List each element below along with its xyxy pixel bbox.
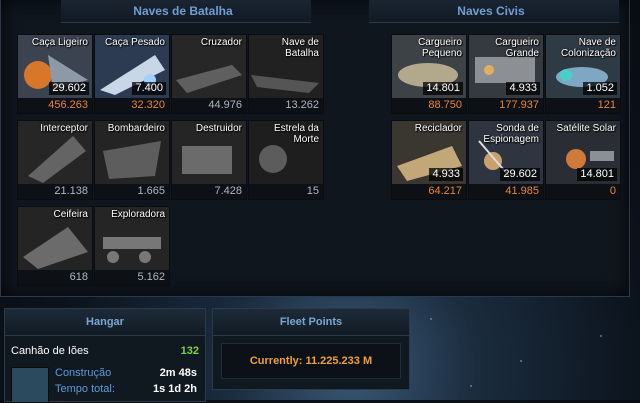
ship-name: Nave de Batalha bbox=[281, 37, 319, 59]
ship-name: Reciclador bbox=[414, 123, 462, 134]
fleet-panel: Naves de Batalha Naves Civis Caça Ligeir… bbox=[0, 0, 630, 297]
ship-pathfinder[interactable]: Exploradora 5.162 bbox=[94, 206, 170, 286]
ship-count: 14.801 bbox=[577, 168, 617, 181]
ship-count: 4.933 bbox=[506, 82, 540, 95]
fleet-points-title: Fleet Points bbox=[213, 309, 409, 336]
ship-available: 177.937 bbox=[469, 98, 543, 113]
ship-battleship[interactable]: Nave de Batalha 13.262 bbox=[248, 34, 324, 114]
ship-name: Sonda de Espionagem bbox=[483, 123, 539, 145]
ship-name: Exploradora bbox=[111, 209, 165, 220]
military-section-title: Naves de Batalha bbox=[133, 4, 233, 18]
ship-name: Ceifeira bbox=[53, 209, 88, 220]
ship-heavy-fighter[interactable]: Caça Pesado 7.400 32.320 bbox=[94, 34, 170, 114]
ship-cruiser[interactable]: Cruzador 44.976 bbox=[171, 34, 247, 114]
ship-name: Nave de Colonização bbox=[560, 37, 616, 59]
ship-available: 15 bbox=[249, 184, 323, 199]
ship-destroyer[interactable]: Destruidor 7.428 bbox=[171, 120, 247, 200]
ship-available: 1.665 bbox=[95, 184, 169, 199]
hangar-title: Hangar bbox=[5, 309, 205, 336]
civil-section-title: Naves Civis bbox=[457, 4, 525, 18]
ship-name: Cargueiro Pequeno bbox=[418, 37, 462, 59]
ship-colony[interactable]: Nave de Colonização 1.052 121 bbox=[545, 34, 621, 114]
ship-light-fighter[interactable]: Caça Ligeiro 29.602 456.263 bbox=[17, 34, 93, 114]
ship-interceptor[interactable]: Interceptor 21.138 bbox=[17, 120, 93, 200]
hangar-item-thumbnail[interactable] bbox=[11, 367, 49, 403]
ship-espionage-probe[interactable]: Sonda de Espionagem 29.602 41.985 bbox=[468, 120, 544, 200]
total-time-value: 1s 1d 2h bbox=[152, 383, 197, 395]
build-time-label: Construção bbox=[55, 367, 112, 379]
ship-available: 44.976 bbox=[172, 98, 246, 113]
hangar-item-quantity: 132 bbox=[180, 345, 199, 357]
ship-count: 14.801 bbox=[423, 82, 463, 95]
ship-name: Satélite Solar bbox=[556, 123, 616, 134]
ship-available: 5.162 bbox=[95, 270, 169, 285]
ship-name: Cruzador bbox=[200, 37, 242, 48]
ship-small-cargo[interactable]: Cargueiro Pequeno 14.801 88.750 bbox=[391, 34, 467, 114]
ship-available: 0 bbox=[546, 184, 620, 199]
ship-available: 7.428 bbox=[172, 184, 246, 199]
ship-available: 456.263 bbox=[18, 98, 92, 113]
ship-name: Estrela da Morte bbox=[273, 123, 319, 145]
ship-name: Interceptor bbox=[40, 123, 88, 134]
ship-bomber[interactable]: Bombardeiro 1.665 bbox=[94, 120, 170, 200]
ship-available: 32.320 bbox=[95, 98, 169, 113]
hangar-item-name[interactable]: Canhão de Iões bbox=[11, 345, 89, 357]
ship-available: 41.985 bbox=[469, 184, 543, 199]
ship-large-cargo[interactable]: Cargueiro Grande 4.933 177.937 bbox=[468, 34, 544, 114]
ship-name: Cargueiro Grande bbox=[495, 37, 539, 59]
ship-name: Caça Ligeiro bbox=[31, 37, 88, 48]
ship-name: Destruidor bbox=[195, 123, 242, 134]
ship-count: 7.400 bbox=[132, 82, 166, 95]
ship-recycler[interactable]: Reciclador 4.933 64.217 bbox=[391, 120, 467, 200]
ship-count: 1.052 bbox=[583, 82, 617, 95]
hangar-panel: Hangar Canhão de Iões 132 Construção 2m … bbox=[4, 308, 206, 403]
total-time-label: Tempo total: bbox=[55, 383, 115, 395]
ship-available: 121 bbox=[546, 98, 620, 113]
fleet-points-panel: Fleet Points Currently: 11.225.233 M bbox=[212, 308, 410, 390]
ship-count: 4.933 bbox=[429, 168, 463, 181]
ship-deathstar[interactable]: Estrela da Morte 15 bbox=[248, 120, 324, 200]
ship-available: 13.262 bbox=[249, 98, 323, 113]
ship-available: 64.217 bbox=[392, 184, 466, 199]
ship-available: 21.138 bbox=[18, 184, 92, 199]
ship-reaper[interactable]: Ceifeira 618 bbox=[17, 206, 93, 286]
ship-name: Bombardeiro bbox=[107, 123, 165, 134]
ship-available: 88.750 bbox=[392, 98, 466, 113]
ship-count: 29.602 bbox=[49, 82, 89, 95]
build-time-value: 2m 48s bbox=[159, 367, 197, 379]
ship-solar-satellite[interactable]: Satélite Solar 14.801 0 bbox=[545, 120, 621, 200]
fleet-points-value: Currently: 11.225.233 M bbox=[221, 343, 401, 379]
ship-count: 29.602 bbox=[500, 168, 540, 181]
ship-available: 618 bbox=[18, 270, 92, 285]
ship-name: Caça Pesado bbox=[104, 37, 165, 48]
